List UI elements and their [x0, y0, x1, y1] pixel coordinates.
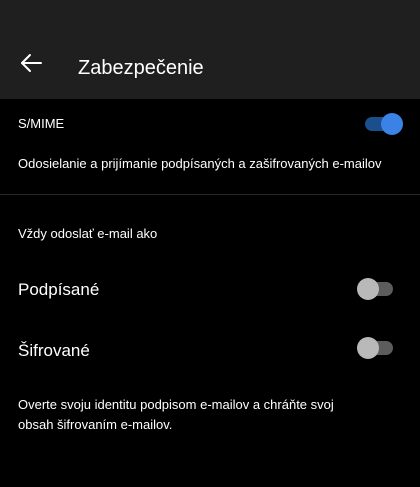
encrypted-label: Šifrované	[18, 341, 90, 360]
back-button[interactable]	[12, 44, 50, 82]
always-send-heading: Vždy odoslať e-mail ako	[18, 226, 158, 241]
smime-description: Odosielanie a prijímanie podpísaných a z…	[18, 156, 382, 171]
signed-toggle[interactable]	[357, 278, 393, 300]
signed-label: Podpísané	[18, 280, 100, 299]
security-settings-screen: Zabezpečenie S/MIME Odosielanie a prijím…	[0, 0, 420, 487]
smime-toggle[interactable]	[365, 113, 403, 135]
app-bar: Zabezpečenie	[0, 0, 420, 99]
page-title: Zabezpečenie	[78, 57, 204, 79]
arrow-left-icon	[21, 54, 42, 72]
section-divider	[0, 194, 420, 195]
toggle-knob	[357, 278, 379, 300]
toggle-knob	[381, 113, 403, 135]
smime-label: S/MIME	[18, 116, 65, 131]
encrypted-toggle[interactable]	[357, 337, 393, 359]
info-text: Overte svoju identitu podpisom e-mailov …	[18, 397, 334, 432]
toggle-knob	[357, 337, 379, 359]
